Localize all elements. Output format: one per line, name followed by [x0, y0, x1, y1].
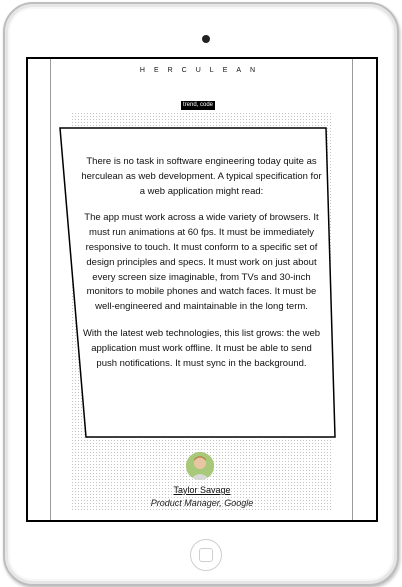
camera-icon — [202, 35, 210, 43]
author-role: Product Manager, Google — [150, 498, 254, 508]
author-name[interactable]: Taylor Savage — [28, 485, 376, 495]
home-button-icon — [199, 548, 213, 562]
screen: HERCULEAN trend, code There is no task i… — [26, 57, 378, 522]
quote-text: There is no task in software engineering… — [80, 155, 323, 383]
author-avatar — [186, 452, 214, 480]
quote-paragraph-3: With the latest web technologies, this l… — [82, 327, 321, 369]
quote-paragraph-2: The app must work across a wide variety … — [84, 212, 319, 313]
home-button[interactable] — [190, 539, 222, 571]
avatar-photo — [186, 452, 214, 480]
quote-paragraph-1: There is no task in software engineering… — [81, 156, 322, 197]
